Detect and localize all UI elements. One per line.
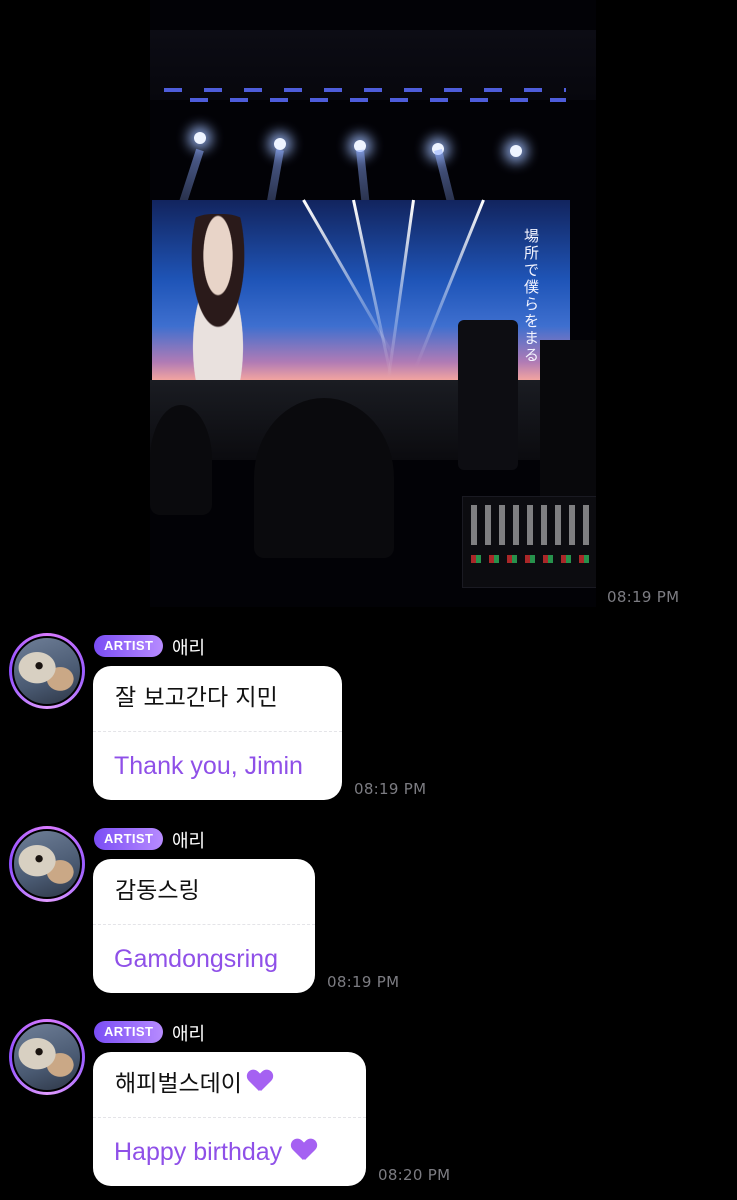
- message-text: 해피벌스데이: [115, 1071, 242, 1097]
- avatar-image: [12, 829, 82, 899]
- led-strip: [190, 98, 566, 102]
- message-timestamp: 08:20 PM: [378, 1166, 451, 1184]
- equipment-panel: [540, 340, 596, 510]
- translation-text: Happy birthday: [114, 1138, 283, 1166]
- message-timestamp: 08:19 PM: [327, 973, 400, 991]
- message-timestamp: 08:19 PM: [354, 780, 427, 798]
- message-text: 잘 보고간다 지민: [115, 685, 278, 711]
- avatar-image: [12, 1022, 82, 1092]
- author-name: 애리: [172, 831, 206, 852]
- led-strip: [164, 88, 566, 92]
- audience-silhouette: [254, 398, 394, 558]
- avatar-image: [12, 636, 82, 706]
- camera-rig: [458, 320, 518, 470]
- artist-badge: ARTIST: [94, 828, 164, 850]
- light-streak: [386, 199, 415, 379]
- spotlight: [194, 132, 206, 144]
- singer-on-screen: [172, 214, 264, 380]
- avatar[interactable]: [9, 826, 85, 902]
- mixing-console: [462, 496, 596, 588]
- author-name: 애리: [172, 638, 206, 659]
- spotlight: [510, 145, 522, 157]
- translation-line: Happy birthday: [93, 1118, 366, 1186]
- console-lights: [471, 555, 589, 563]
- message-text: 감동스링: [115, 878, 200, 904]
- purple-heart-icon: [248, 1070, 272, 1094]
- concert-photo[interactable]: 場所で僕らをまる: [150, 0, 596, 607]
- audience-silhouette: [150, 405, 212, 515]
- light-streak: [352, 199, 393, 377]
- avatar[interactable]: [9, 1019, 85, 1095]
- message-bubble[interactable]: 잘 보고간다 지민 Thank you, Jimin: [93, 666, 342, 800]
- translation-text: Thank you, Jimin: [114, 752, 303, 780]
- message-line: 해피벌스데이: [93, 1052, 366, 1117]
- avatar[interactable]: [9, 633, 85, 709]
- console-faders: [471, 505, 589, 545]
- artist-badge: ARTIST: [94, 635, 164, 657]
- message-bubble[interactable]: 감동스링 Gamdongsring: [93, 859, 315, 993]
- translation-text: Gamdongsring: [114, 945, 278, 973]
- spotlight: [274, 138, 286, 150]
- message-bubble[interactable]: 해피벌스데이 Happy birthday: [93, 1052, 366, 1186]
- artist-badge: ARTIST: [94, 1021, 164, 1043]
- purple-heart-icon: [292, 1139, 316, 1163]
- author-name: 애리: [172, 1024, 206, 1045]
- photo-timestamp: 08:19 PM: [607, 588, 680, 606]
